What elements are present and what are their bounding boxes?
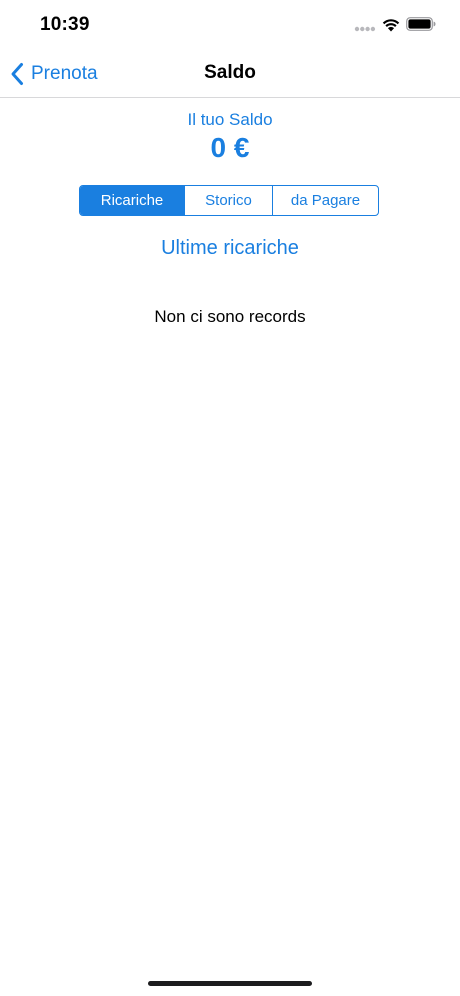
empty-state-message: Non ci sono records — [154, 307, 306, 326]
segmented-control: Ricariche Storico da Pagare — [79, 185, 379, 216]
home-indicator[interactable] — [148, 981, 312, 986]
segment-da-pagare[interactable]: da Pagare — [272, 186, 378, 215]
segment-ricariche[interactable]: Ricariche — [80, 186, 184, 215]
navigation-bar: Prenota Saldo — [0, 50, 460, 98]
page-title: Saldo — [204, 62, 256, 83]
signal-dots-icon — [354, 26, 376, 32]
wifi-icon — [382, 19, 400, 32]
balance-value: 0 € — [210, 132, 250, 163]
status-bar: 10:39 — [0, 0, 460, 50]
battery-icon — [406, 17, 436, 31]
segment-storico[interactable]: Storico — [184, 186, 272, 215]
section-title: Ultime ricariche — [161, 237, 299, 259]
balance-label: Il tuo Saldo — [187, 110, 273, 129]
status-time: 10:39 — [40, 14, 90, 35]
